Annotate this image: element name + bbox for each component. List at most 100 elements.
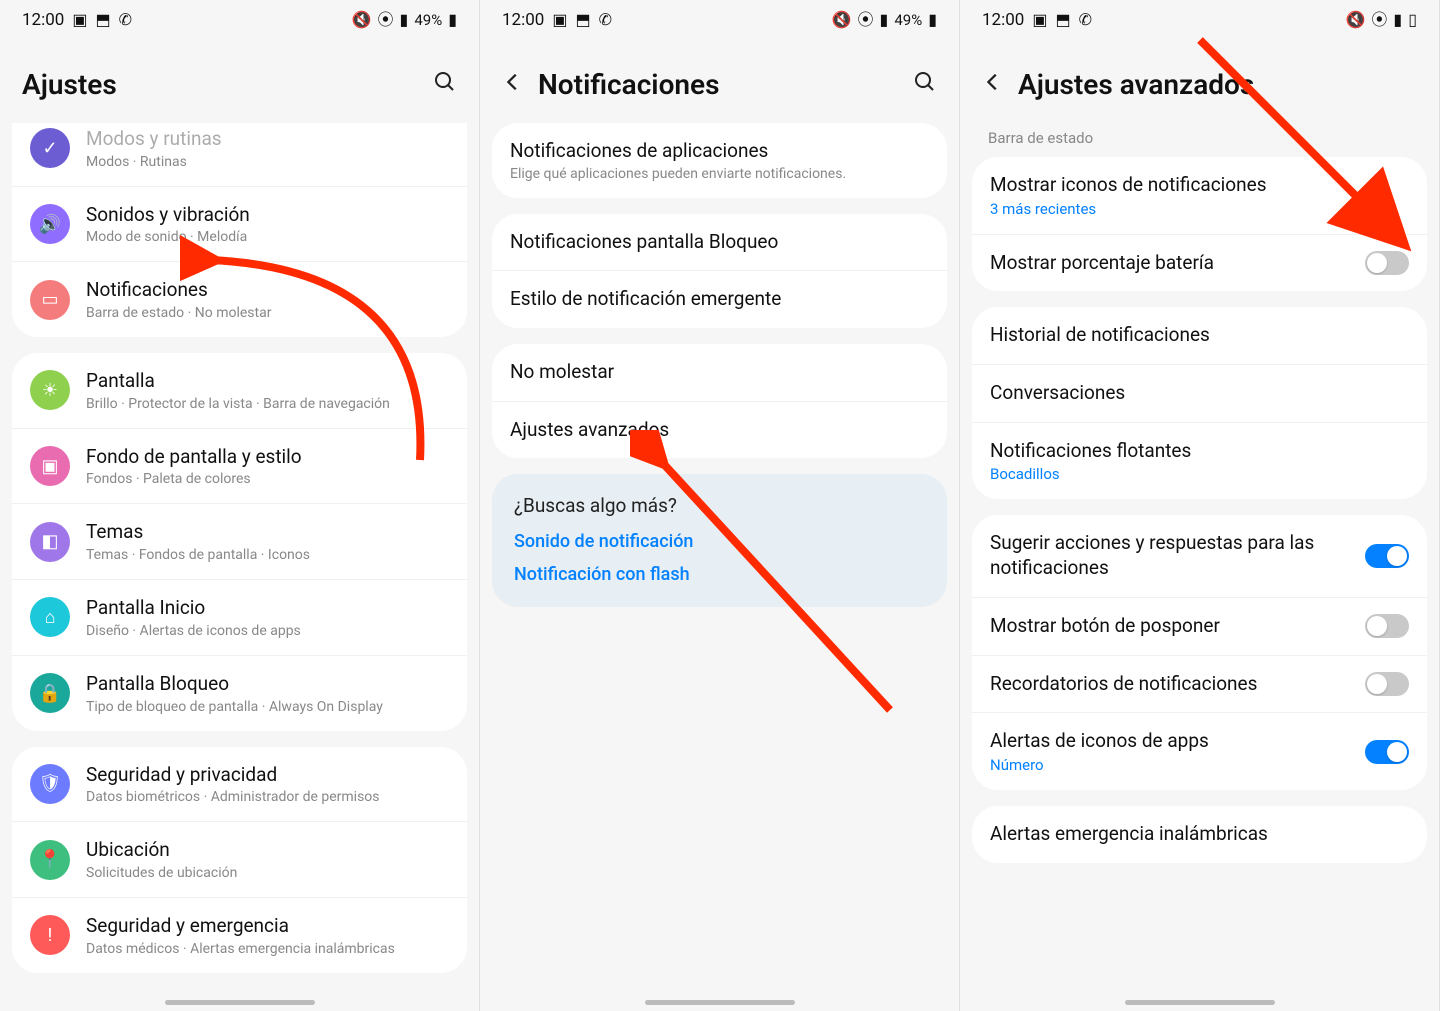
toggle-alertas-iconos[interactable] bbox=[1365, 740, 1409, 764]
row-no-molestar[interactable]: No molestar bbox=[492, 344, 947, 401]
settings-row-emergencia[interactable]: !Seguridad y emergenciaDatos médicos · A… bbox=[12, 897, 467, 973]
status-time: 12:00 bbox=[982, 10, 1024, 30]
settings-row-sonidos[interactable]: 🔊Sonidos y vibraciónModo de sonido · Mel… bbox=[12, 186, 467, 262]
signal-icon: ▮ bbox=[400, 12, 409, 28]
status-bar: 12:00 ▣ ⬒ ✆ 🔇 ⦿ ▮ 49% ▮ bbox=[0, 0, 479, 40]
toggle-posponer[interactable] bbox=[1365, 614, 1409, 638]
row-title: Ajustes avanzados bbox=[510, 418, 929, 443]
row-title: Alertas de iconos de apps bbox=[990, 729, 1349, 754]
more-link-1[interactable]: Notificación con flash bbox=[514, 564, 925, 585]
notif-group-3: No molestar Ajustes avanzados bbox=[492, 344, 947, 458]
battery-text: 49% bbox=[894, 11, 922, 29]
save-icon: ⬒ bbox=[575, 12, 590, 28]
toggle-porcentaje-bateria[interactable] bbox=[1365, 251, 1409, 275]
emergencia-icon: ! bbox=[30, 915, 70, 955]
search-icon[interactable] bbox=[433, 70, 457, 100]
row-title: Modos y rutinas bbox=[86, 127, 449, 152]
row-alertas-emergencia[interactable]: Alertas emergencia inalámbricas bbox=[972, 806, 1427, 863]
nav-indicator bbox=[1125, 1000, 1275, 1005]
row-conversaciones[interactable]: Conversaciones bbox=[972, 364, 1427, 422]
row-notif-emergente[interactable]: Estilo de notificación emergente bbox=[492, 270, 947, 328]
back-icon[interactable] bbox=[502, 71, 524, 98]
row-title: Pantalla bbox=[86, 369, 449, 394]
back-icon[interactable] bbox=[982, 71, 1004, 98]
pantalla-icon: ☀ bbox=[30, 370, 70, 410]
mute-icon: 🔇 bbox=[1345, 12, 1365, 28]
wifi-icon: ⦿ bbox=[858, 12, 874, 28]
search-icon[interactable] bbox=[913, 70, 937, 100]
row-subtitle: Elige qué aplicaciones pueden enviarte n… bbox=[510, 166, 929, 182]
row-subtitle: Diseño · Alertas de iconos de apps bbox=[86, 623, 449, 639]
settings-row-temas[interactable]: ◧TemasTemas · Fondos de pantalla · Icono… bbox=[12, 503, 467, 579]
looking-for-more: ¿Buscas algo más? Sonido de notificación… bbox=[492, 474, 947, 607]
battery-text: 49% bbox=[414, 11, 442, 29]
row-subtitle: Modo de sonido · Melodía bbox=[86, 229, 449, 245]
row-alertas-iconos[interactable]: Alertas de iconos de appsNúmero bbox=[972, 712, 1427, 790]
row-title: Notificaciones flotantes bbox=[990, 439, 1409, 464]
settings-row-modos-rutinas[interactable]: ✓Modos y rutinasModos · Rutinas bbox=[12, 123, 467, 186]
settings-row-seguridad[interactable]: 🛡Seguridad y privacidadDatos biométricos… bbox=[12, 747, 467, 822]
row-subtitle: Modos · Rutinas bbox=[86, 154, 449, 170]
row-subtitle: Tipo de bloqueo de pantalla · Always On … bbox=[86, 699, 449, 715]
adv-group-2: Historial de notificacionesConversacione… bbox=[972, 307, 1427, 499]
row-title: Notificaciones de aplicaciones bbox=[510, 139, 929, 164]
wifi-icon: ⦿ bbox=[378, 12, 394, 28]
row-notif-bloqueo[interactable]: Notificaciones pantalla Bloqueo bbox=[492, 214, 947, 271]
status-time: 12:00 bbox=[502, 10, 544, 30]
row-subtitle: Barra de estado · No molestar bbox=[86, 305, 449, 321]
row-title: Estilo de notificación emergente bbox=[510, 287, 929, 312]
whatsapp-icon: ✆ bbox=[599, 12, 612, 28]
row-title: Ubicación bbox=[86, 838, 449, 863]
row-historial[interactable]: Historial de notificaciones bbox=[972, 307, 1427, 364]
toggle-sugerir[interactable] bbox=[1365, 544, 1409, 568]
pantalla-inicio-icon: ⌂ bbox=[30, 597, 70, 637]
row-link: Bocadillos bbox=[990, 465, 1409, 483]
row-subtitle: Fondos · Paleta de colores bbox=[86, 471, 449, 487]
save-icon: ⬒ bbox=[95, 12, 110, 28]
settings-row-pantalla[interactable]: ☀PantallaBrillo · Protector de la vista … bbox=[12, 353, 467, 428]
pantalla-bloqueo-icon: 🔒 bbox=[30, 673, 70, 713]
adv-group-1: Mostrar iconos de notificaciones3 más re… bbox=[972, 157, 1427, 291]
toggle-recordatorios[interactable] bbox=[1365, 672, 1409, 696]
row-flotantes[interactable]: Notificaciones flotantesBocadillos bbox=[972, 422, 1427, 500]
phone-screen-2: 12:00 ▣ ⬒ ✆ 🔇 ⦿ ▮ 49% ▮ Notificaciones N… bbox=[480, 0, 960, 1011]
row-posponer[interactable]: Mostrar botón de posponer bbox=[972, 597, 1427, 655]
status-time: 12:00 bbox=[22, 10, 64, 30]
row-title: Recordatorios de notificaciones bbox=[990, 672, 1349, 697]
settings-row-ubicacion[interactable]: 📍UbicaciónSolicitudes de ubicación bbox=[12, 821, 467, 897]
ubicacion-icon: 📍 bbox=[30, 840, 70, 880]
settings-group-2: ☀PantallaBrillo · Protector de la vista … bbox=[12, 353, 467, 730]
row-title: Sonidos y vibración bbox=[86, 203, 449, 228]
gallery-icon: ▣ bbox=[72, 12, 87, 28]
status-bar: 12:00 ▣ ⬒ ✆ 🔇 ⦿ ▮ 49% ▮ bbox=[480, 0, 959, 40]
row-title: Seguridad y privacidad bbox=[86, 763, 449, 788]
adv-group-3: Sugerir acciones y respuestas para las n… bbox=[972, 515, 1427, 789]
header: Ajustes bbox=[0, 40, 479, 123]
battery-icon: ▮ bbox=[928, 12, 937, 28]
row-porcentaje-bateria[interactable]: Mostrar porcentaje batería bbox=[972, 234, 1427, 292]
wifi-icon: ⦿ bbox=[1371, 12, 1387, 28]
settings-row-pantalla-inicio[interactable]: ⌂Pantalla InicioDiseño · Alertas de icon… bbox=[12, 579, 467, 655]
row-sugerir[interactable]: Sugerir acciones y respuestas para las n… bbox=[972, 515, 1427, 596]
temas-icon: ◧ bbox=[30, 522, 70, 562]
signal-icon: ▮ bbox=[1393, 12, 1402, 28]
row-mostrar-iconos[interactable]: Mostrar iconos de notificaciones3 más re… bbox=[972, 157, 1427, 234]
save-icon: ⬒ bbox=[1055, 12, 1070, 28]
settings-row-fondo[interactable]: ▣Fondo de pantalla y estiloFondos · Pale… bbox=[12, 428, 467, 504]
settings-row-notificaciones[interactable]: ▭NotificacionesBarra de estado · No mole… bbox=[12, 261, 467, 337]
whatsapp-icon: ✆ bbox=[1079, 12, 1092, 28]
gallery-icon: ▣ bbox=[552, 12, 567, 28]
nav-indicator bbox=[645, 1000, 795, 1005]
page-title: Ajustes bbox=[22, 68, 419, 101]
row-ajustes-avanzados[interactable]: Ajustes avanzados bbox=[492, 401, 947, 459]
row-title: Sugerir acciones y respuestas para las n… bbox=[990, 531, 1349, 580]
settings-row-pantalla-bloqueo[interactable]: 🔒Pantalla BloqueoTipo de bloqueo de pant… bbox=[12, 655, 467, 731]
adv-group-4: Alertas emergencia inalámbricas bbox=[972, 806, 1427, 863]
row-recordatorios[interactable]: Recordatorios de notificaciones bbox=[972, 655, 1427, 713]
row-notif-apps[interactable]: Notificaciones de aplicaciones Elige qué … bbox=[492, 123, 947, 198]
more-link-0[interactable]: Sonido de notificación bbox=[514, 531, 925, 552]
header: Ajustes avanzados bbox=[960, 40, 1439, 123]
gallery-icon: ▣ bbox=[1032, 12, 1047, 28]
header: Notificaciones bbox=[480, 40, 959, 123]
nav-indicator bbox=[165, 1000, 315, 1005]
